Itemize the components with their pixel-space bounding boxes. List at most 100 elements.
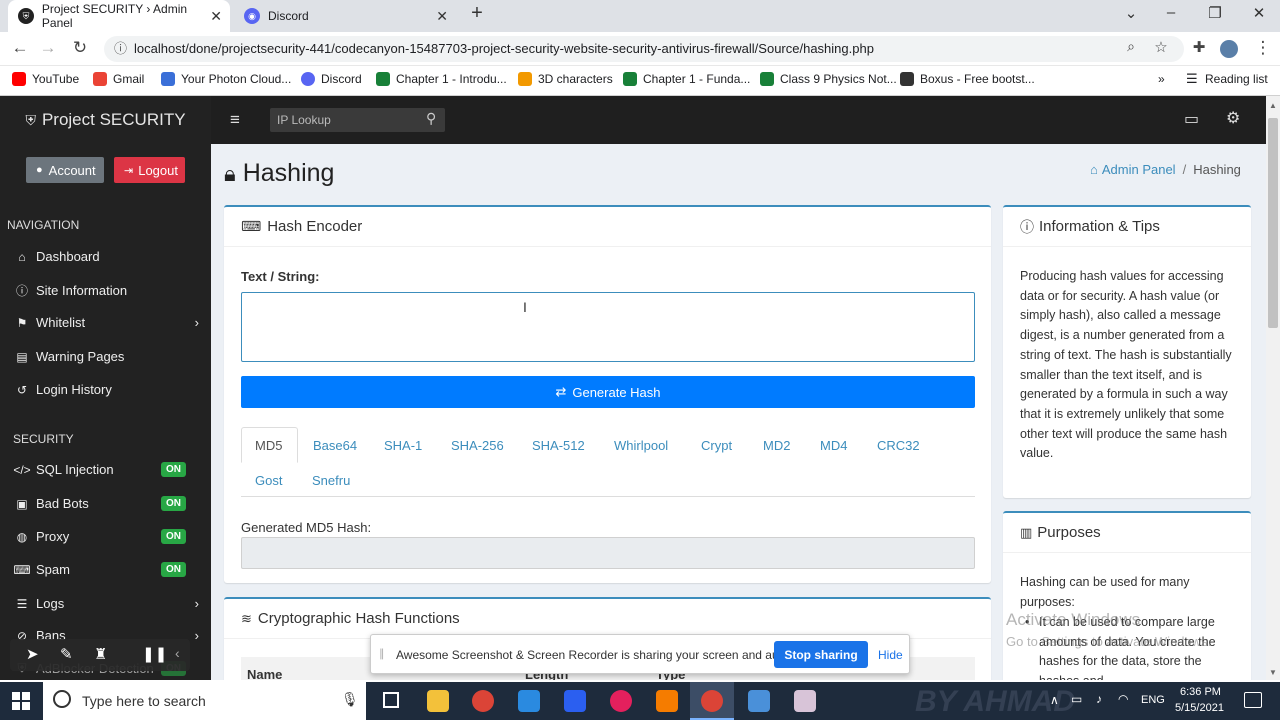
tab-discord[interactable]: ◉ Discord ✕ (234, 0, 456, 32)
tab-crc32[interactable]: CRC32 (877, 438, 920, 453)
bookmark-chapter1-funda[interactable]: Chapter 1 - Funda... (623, 72, 750, 86)
bookmark-photon[interactable]: Your Photon Cloud... (161, 72, 291, 86)
microphone-icon[interactable]: 🎙︎ (341, 691, 359, 708)
monitor-icon[interactable]: ▭ (1184, 109, 1199, 129)
sidebar-item-proxy[interactable]: ◍ Proxy ON (13, 529, 199, 544)
task-view-icon[interactable] (383, 692, 399, 708)
tab-crypt[interactable]: Crypt (701, 438, 732, 453)
taskbar-search[interactable]: Type here to search 🎙︎ (43, 682, 366, 720)
gears-icon[interactable]: ⚙ (1226, 108, 1240, 128)
vscode-icon[interactable] (518, 690, 540, 712)
chrome-active-taskbar[interactable] (690, 682, 734, 720)
hide-button[interactable]: Hide (878, 648, 903, 662)
tab-gost[interactable]: Gost (255, 473, 282, 488)
bookmark-gmail[interactable]: Gmail (93, 72, 144, 86)
pen-icon[interactable]: ✎ (60, 645, 73, 663)
menu-dots-icon[interactable]: ⋮ (1252, 38, 1274, 58)
tab-whirlpool[interactable]: Whirlpool (614, 438, 668, 453)
extensions-icon[interactable]: ✚ (1188, 38, 1210, 56)
sidebar-item-sql-injection[interactable]: </> SQL Injection ON (13, 462, 199, 477)
info-icon[interactable]: ⓘ (114, 36, 127, 62)
cursor-icon[interactable]: ➤ (26, 645, 39, 663)
close-window-icon[interactable]: ✕ (1245, 4, 1273, 22)
stop-sharing-button[interactable]: Stop sharing (774, 641, 868, 668)
chrome-icon[interactable] (472, 690, 494, 712)
card-title: Hash Encoder (267, 218, 363, 235)
scroll-thumb[interactable] (1268, 118, 1278, 328)
sidebar-item-bad-bots[interactable]: ▣ Bad Bots ON (13, 496, 199, 511)
anime-app-icon[interactable] (794, 690, 816, 712)
tab-search-icon[interactable]: ⌄ (1117, 4, 1145, 22)
account-button[interactable]: ● Account (26, 157, 104, 183)
brand-logo[interactable]: ⛨ Project SECURITY (0, 96, 211, 144)
ip-lookup-search[interactable]: IP Lookup ⚲ (270, 108, 445, 132)
notifications-icon[interactable] (1244, 692, 1262, 708)
hamburger-icon[interactable]: ≡ (230, 110, 240, 130)
url-field[interactable]: ⓘ localhost/done/projectsecurity-441/cod… (104, 36, 1184, 62)
tab-sha512[interactable]: SHA-512 (532, 438, 585, 453)
maximize-icon[interactable]: ❐ (1201, 4, 1229, 22)
pause-icon[interactable]: ❚❚ (142, 645, 167, 663)
profile-avatar[interactable] (1220, 40, 1238, 58)
home-icon[interactable]: ⌂ (1090, 162, 1098, 177)
close-tab-icon[interactable]: ✕ (436, 8, 448, 25)
notion-icon[interactable] (564, 690, 586, 712)
tab-sha256[interactable]: SHA-256 (451, 438, 504, 453)
search-icon[interactable]: ⚲ (426, 110, 436, 127)
bookmark-boxus[interactable]: Boxus - Free bootst... (900, 72, 1035, 86)
bookmark-chapter1[interactable]: Chapter 1 - Introdu... (376, 72, 507, 86)
volume-icon[interactable]: ♪ (1096, 692, 1102, 706)
sidebar-item-whitelist[interactable]: ⚑ Whitelist › (13, 315, 199, 330)
bookmark-star-icon[interactable]: ☆ (1150, 38, 1172, 56)
tab-project-security[interactable]: ⛨ Project SECURITY › Admin Panel ✕ (8, 0, 230, 32)
xampp-icon[interactable] (656, 690, 678, 712)
minimize-icon[interactable]: – (1157, 4, 1185, 21)
zoom-icon[interactable]: ⌕ (1120, 38, 1142, 55)
battery-icon[interactable]: ▭ (1071, 692, 1082, 706)
tab-base64[interactable]: Base64 (313, 438, 357, 453)
scroll-up-icon[interactable]: ▲ (1269, 101, 1277, 110)
tab-md2[interactable]: MD2 (763, 438, 790, 453)
bookmark-physics[interactable]: Class 9 Physics Not... (760, 72, 897, 86)
tray-chevron-icon[interactable]: ∧ (1050, 693, 1059, 707)
photon-icon (161, 72, 175, 86)
new-tab-icon[interactable]: + (463, 2, 491, 25)
file-explorer-icon[interactable] (427, 690, 449, 712)
sidebar-item-warning-pages[interactable]: ▤ Warning Pages (13, 349, 199, 364)
bookmark-youtube[interactable]: YouTube (12, 72, 79, 86)
language-indicator[interactable]: ENG (1141, 694, 1165, 706)
app-w-icon[interactable] (610, 690, 632, 712)
md5-output-field[interactable] (241, 537, 975, 569)
breadcrumb-home-link[interactable]: Admin Panel (1102, 162, 1176, 177)
sidebar-item-logs[interactable]: ☰ Logs › (13, 596, 199, 611)
bookmark-discord[interactable]: Discord (301, 72, 362, 86)
sidebar-item-dashboard[interactable]: ⌂ Dashboard (13, 249, 199, 264)
reading-list[interactable]: ☰ Reading list (1186, 71, 1268, 86)
sidebar-item-login-history[interactable]: ↺ Login History (13, 382, 199, 397)
sidebar-item-site-information[interactable]: ⓘ Site Information (13, 282, 199, 299)
close-tab-icon[interactable]: ✕ (210, 8, 222, 25)
wifi-icon[interactable]: ◠ (1118, 692, 1128, 706)
tab-snefru[interactable]: Snefru (312, 473, 350, 488)
bookmark-3d[interactable]: 3D characters (518, 72, 613, 86)
tab-md5[interactable]: MD5 (255, 438, 282, 453)
back-icon[interactable]: ← (9, 38, 31, 58)
forward-icon[interactable]: → (37, 38, 59, 58)
reload-icon[interactable]: ↻ (69, 38, 91, 58)
clock-date[interactable]: 5/15/2021 (1175, 702, 1224, 714)
generate-hash-button[interactable]: ⇄ Generate Hash (241, 376, 975, 408)
stamp-icon[interactable]: ♜ (94, 645, 107, 663)
tab-sha1[interactable]: SHA-1 (384, 438, 422, 453)
tab-md4[interactable]: MD4 (820, 438, 847, 453)
scroll-down-icon[interactable]: ▼ (1269, 668, 1277, 677)
collapse-icon[interactable]: ‹ (175, 645, 180, 661)
sidebar-item-spam[interactable]: ⌨ Spam ON (13, 562, 199, 577)
store-icon[interactable] (748, 690, 770, 712)
windows-start-icon[interactable] (12, 692, 30, 710)
more-bookmarks-icon[interactable]: » (1158, 72, 1165, 86)
logout-button[interactable]: ⇥ Logout (114, 157, 185, 183)
page-scrollbar[interactable]: ▲ ▼ (1266, 96, 1280, 680)
clock-time[interactable]: 6:36 PM (1180, 686, 1221, 698)
drag-handle-icon[interactable]: ∥ (379, 647, 385, 660)
text-string-input[interactable] (241, 292, 975, 362)
